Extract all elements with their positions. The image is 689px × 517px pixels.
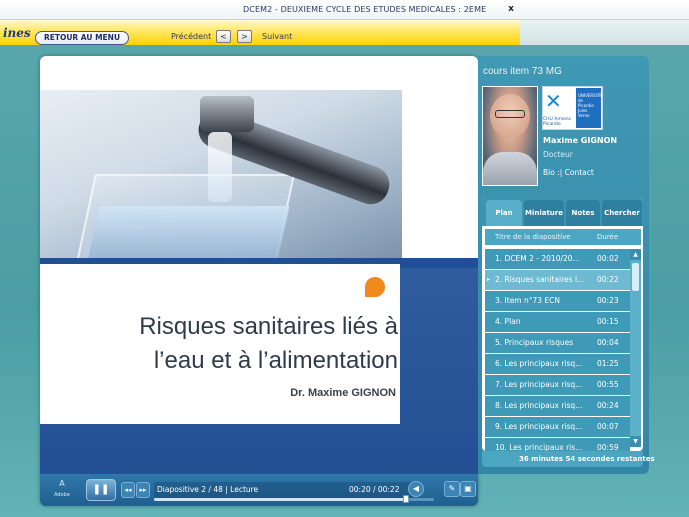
tab-notes[interactable]: Notes xyxy=(566,200,600,226)
water-stream-illustration xyxy=(208,132,232,202)
slide-title-line-1: Risques sanitaires liés à xyxy=(139,313,398,340)
time-status: 00:20 / 00:22 xyxy=(349,485,400,494)
list-item-title: 6. Les principaux risq... xyxy=(495,359,583,368)
slide-stage: Risques sanitaires liés à l’eau et à l’a… xyxy=(40,56,478,474)
navigation-bar-right xyxy=(520,20,689,45)
list-item-duration: 00:02 xyxy=(597,254,619,263)
author-role: Docteur xyxy=(543,150,573,159)
back-to-menu-button[interactable]: RETOUR AU MENU xyxy=(35,31,129,45)
tab-miniature[interactable]: Miniature xyxy=(524,200,564,226)
current-slide-arrow-icon: ▸ xyxy=(487,276,491,283)
window-title: DCEM2 - DEUXIEME CYCLE DES ETUDES MEDICA… xyxy=(243,5,486,14)
seek-bar-fill xyxy=(154,498,406,501)
avatar-glasses xyxy=(495,110,525,118)
list-item-title: 2. Risques sanitaires l... xyxy=(495,275,585,284)
chu-logo-text: CHU Amiens Picardie xyxy=(543,117,571,127)
scroll-up-icon[interactable]: ▲ xyxy=(630,249,641,260)
scroll-down-icon[interactable]: ▼ xyxy=(630,436,641,447)
close-button[interactable]: x xyxy=(504,2,518,16)
faucet-head-illustration xyxy=(200,96,254,132)
avatar-shirt xyxy=(483,152,537,185)
previous-label[interactable]: Précédent xyxy=(171,32,211,41)
skip-forward-button[interactable]: ▸▸ xyxy=(136,482,150,498)
next-button[interactable]: > xyxy=(237,30,252,43)
tab-chercher[interactable]: Chercher xyxy=(602,200,642,226)
list-header-title: Titre de la diapositive xyxy=(495,233,571,241)
list-item-title: 4. Plan xyxy=(495,317,521,326)
list-item-duration: 00:24 xyxy=(597,401,619,410)
list-item-duration: 01:25 xyxy=(597,359,619,368)
list-item-duration: 00:22 xyxy=(597,275,619,284)
university-logo-mark-icon: ✕ xyxy=(545,89,562,113)
slide-title: Risques sanitaires liés à l’eau et à l’a… xyxy=(138,310,398,378)
list-item-title: 8. Les principaux risq... xyxy=(495,401,583,410)
previous-button[interactable]: < xyxy=(216,30,231,43)
list-item-title: 9. Les principaux risq... xyxy=(495,422,583,431)
paperclip-icon[interactable]: ✎ xyxy=(444,481,460,497)
adobe-label: Adobe xyxy=(54,492,70,498)
slide-title-line-2: l’eau et à l’alimentation xyxy=(153,347,398,374)
list-item-title: 3. Item n°73 ECN xyxy=(495,296,561,305)
tab-plan[interactable]: Plan xyxy=(486,200,522,226)
orange-drop-icon xyxy=(365,277,385,297)
course-title: cours item 73 MG xyxy=(483,66,562,77)
volume-icon[interactable]: ◀ xyxy=(408,481,424,497)
glass-water-illustration xyxy=(88,206,290,258)
remaining-time: 36 minutes 54 secondes restantes xyxy=(519,455,655,463)
list-item-duration: 00:55 xyxy=(597,380,619,389)
list-item-title: 1. DCEM 2 - 2010/20... xyxy=(495,254,580,263)
list-item-duration: 00:04 xyxy=(597,338,619,347)
list-header-duration: Durée xyxy=(597,233,619,241)
list-item-title: 7. Les principaux risq... xyxy=(495,380,583,389)
author-name: Maxime GIGNON xyxy=(543,136,618,145)
seek-bar-handle[interactable] xyxy=(403,495,409,503)
skip-back-button[interactable]: ◂◂ xyxy=(121,482,135,498)
pause-button[interactable]: ❚❚ xyxy=(86,479,116,501)
scrollbar-thumb[interactable] xyxy=(632,263,639,291)
list-item-duration: 00:07 xyxy=(597,422,619,431)
layout-icon[interactable]: ▣ xyxy=(460,481,476,497)
bio-contact-links[interactable]: Bio :| Contact xyxy=(543,168,594,177)
university-logo-text: UNIVERSITÉ de Picardie Jules Verne xyxy=(578,93,602,118)
ines-logo: ines xyxy=(3,26,31,40)
adobe-logo-icon: A Adobe xyxy=(54,479,70,498)
list-item-duration: 00:23 xyxy=(597,296,619,305)
next-label[interactable]: Suivant xyxy=(262,32,292,41)
slide-author: Dr. Maxime GIGNON xyxy=(290,387,396,399)
slide-status: Diapositive 2 / 48 | Lecture xyxy=(157,485,259,494)
list-item-duration: 00:15 xyxy=(597,317,619,326)
list-item-title: 5. Principaux risques xyxy=(495,338,574,347)
